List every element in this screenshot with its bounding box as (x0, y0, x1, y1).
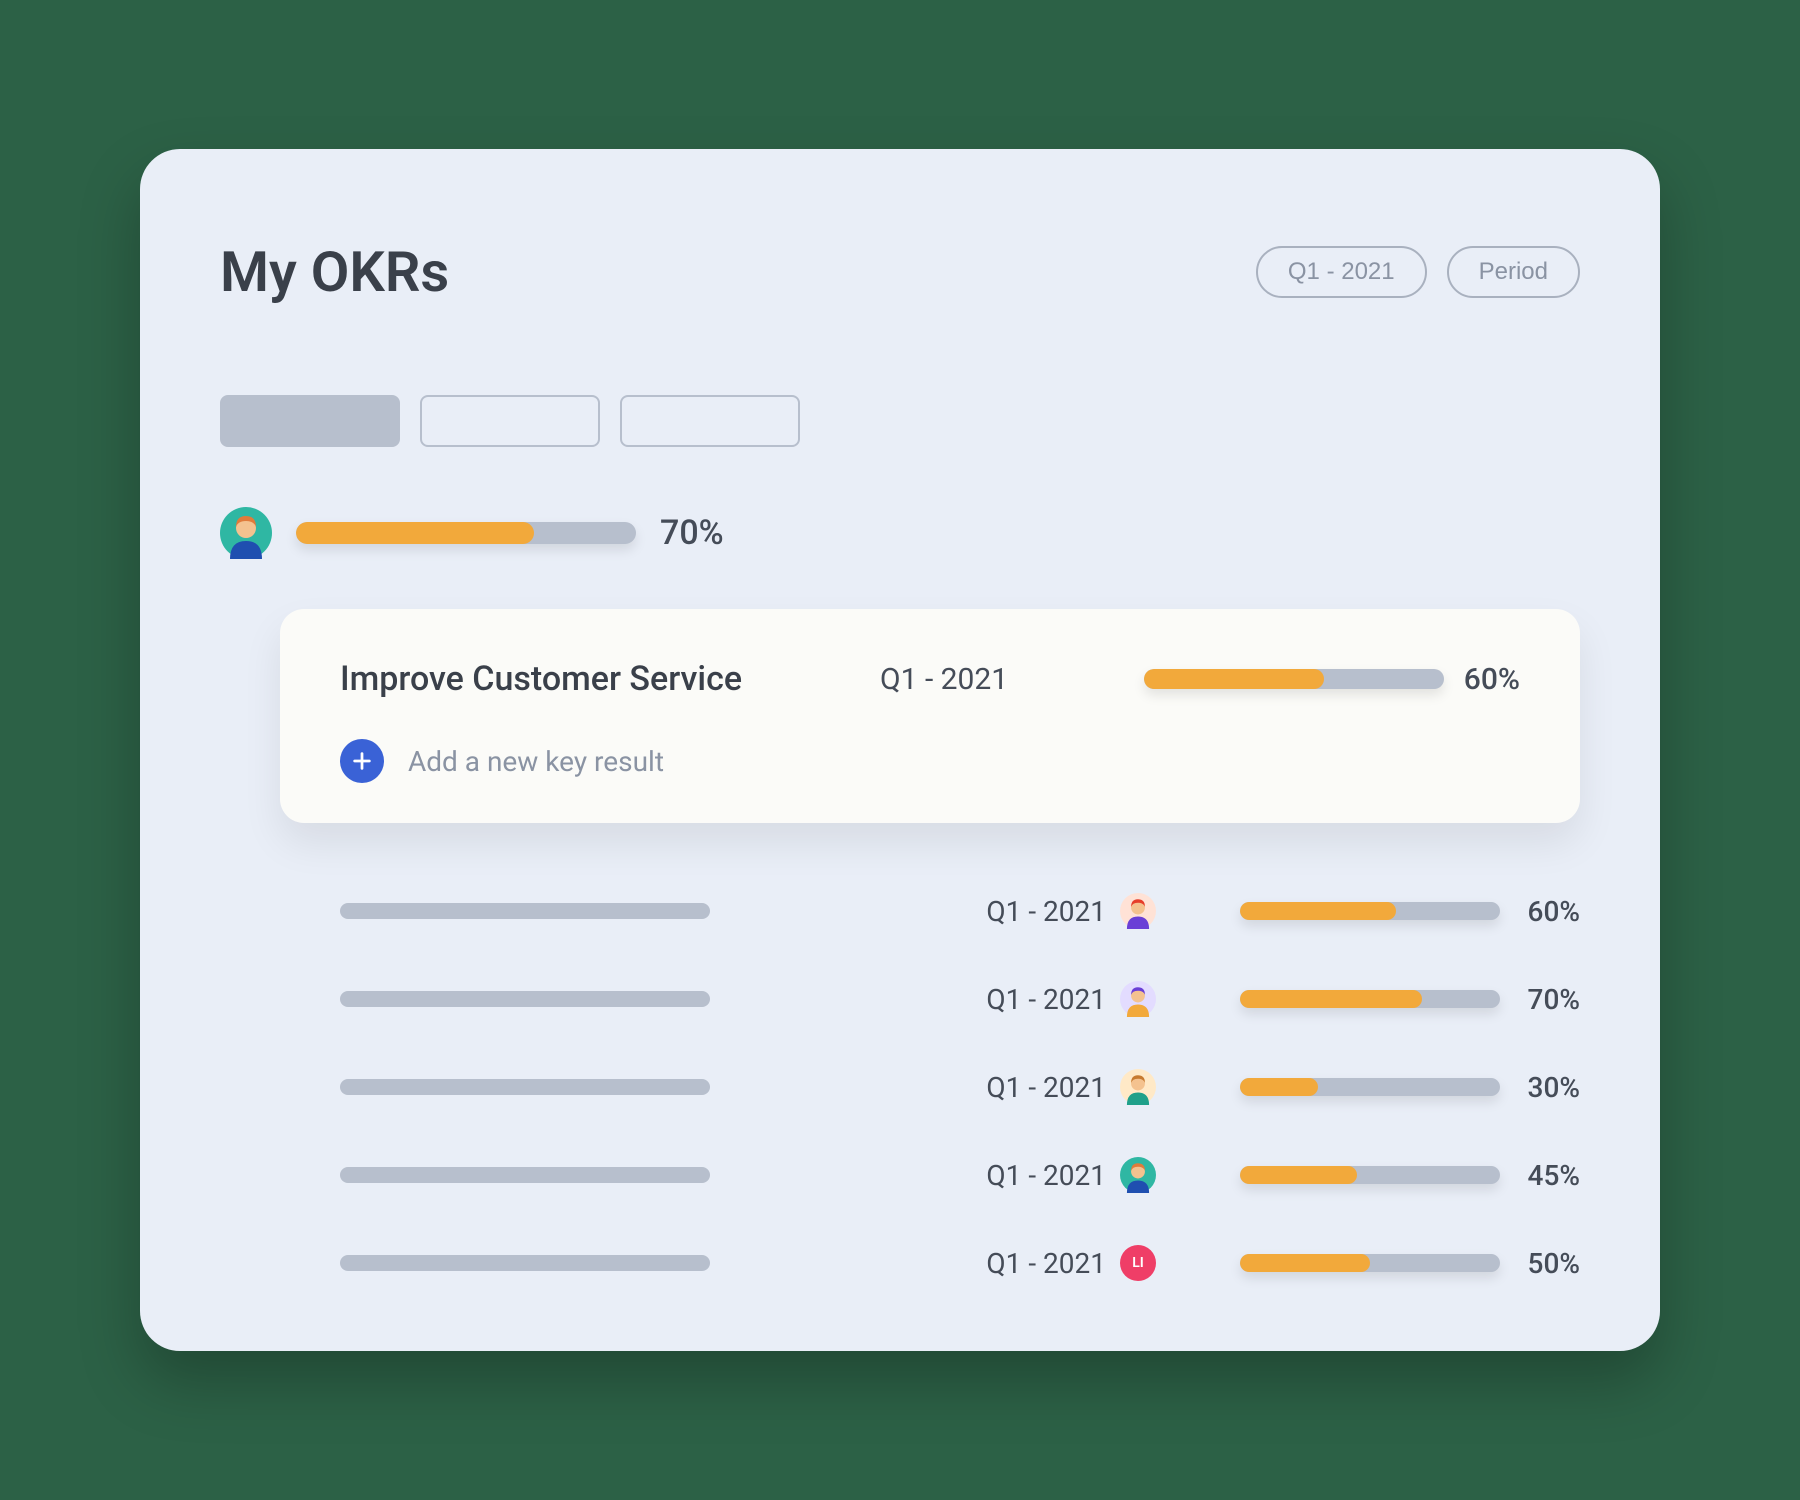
period-selector-pill[interactable]: Period (1447, 246, 1580, 298)
objective-progress-fill (1144, 669, 1324, 689)
plus-icon (340, 739, 384, 783)
key-result-period: Q1 - 2021 (986, 983, 1106, 1016)
key-result-row[interactable]: Q1 - 2021 30% (340, 1069, 1580, 1105)
tab-1[interactable] (220, 395, 400, 447)
objective-card[interactable]: Improve Customer Service Q1 - 2021 60% A… (280, 609, 1580, 823)
key-result-row[interactable]: Q1 - 2021 LI 50% (340, 1245, 1580, 1281)
page-title: My OKRs (220, 239, 449, 305)
assignee-avatar (1120, 1157, 1156, 1193)
assignee-avatar (1120, 981, 1156, 1017)
objective-progress-bar (1144, 669, 1444, 689)
header-pills: Q1 - 2021 Period (1256, 246, 1580, 298)
key-result-progress-fill (1240, 1166, 1357, 1184)
overall-progress-row: 70% (220, 507, 1580, 559)
overall-progress-bar (296, 522, 636, 544)
assignee-cell (1120, 981, 1180, 1017)
assignee-avatar (1120, 1069, 1156, 1105)
key-result-period: Q1 - 2021 (986, 895, 1106, 928)
key-result-progress-bar (1240, 1166, 1500, 1184)
key-result-title-placeholder (340, 1079, 710, 1095)
key-result-title-placeholder (340, 991, 710, 1007)
key-results-list: Q1 - 2021 60% Q1 - 2021 70% Q1 - 2021 (340, 893, 1580, 1281)
tab-3[interactable] (620, 395, 800, 447)
overall-progress-percent: 70% (660, 513, 724, 553)
key-result-row[interactable]: Q1 - 2021 45% (340, 1157, 1580, 1193)
objective-row: Improve Customer Service Q1 - 2021 60% (340, 659, 1520, 699)
user-avatar (220, 507, 272, 559)
key-result-progress: 70% (1240, 983, 1580, 1016)
key-result-progress-bar (1240, 990, 1500, 1008)
add-key-result-button[interactable]: Add a new key result (340, 739, 1520, 783)
key-result-period: Q1 - 2021 (986, 1159, 1106, 1192)
key-result-period: Q1 - 2021 (986, 1071, 1106, 1104)
objective-period: Q1 - 2021 (880, 662, 1110, 697)
assignee-cell (1120, 893, 1180, 929)
objective-title: Improve Customer Service (340, 659, 880, 699)
key-result-progress-bar (1240, 1254, 1500, 1272)
key-result-progress: 30% (1240, 1071, 1580, 1104)
key-result-progress-fill (1240, 990, 1422, 1008)
assignee-cell (1120, 1157, 1180, 1193)
key-result-title-placeholder (340, 1255, 710, 1271)
tabs (220, 395, 1580, 447)
key-result-row[interactable]: Q1 - 2021 60% (340, 893, 1580, 929)
key-result-progress-percent: 45% (1520, 1159, 1580, 1192)
key-result-progress-percent: 50% (1520, 1247, 1580, 1280)
okr-dashboard-card: My OKRs Q1 - 2021 Period 70% Improve Cus… (140, 149, 1660, 1351)
period-value-pill[interactable]: Q1 - 2021 (1256, 246, 1427, 298)
key-result-title-placeholder (340, 903, 710, 919)
key-result-progress-percent: 30% (1520, 1071, 1580, 1104)
key-result-progress: 50% (1240, 1247, 1580, 1280)
add-key-result-label: Add a new key result (408, 745, 664, 778)
key-result-progress-bar (1240, 1078, 1500, 1096)
header: My OKRs Q1 - 2021 Period (220, 239, 1580, 305)
key-result-progress: 60% (1240, 895, 1580, 928)
assignee-avatar: LI (1120, 1245, 1156, 1281)
key-result-title-placeholder (340, 1167, 710, 1183)
assignee-cell: LI (1120, 1245, 1180, 1281)
key-result-progress-bar (1240, 902, 1500, 920)
key-result-progress: 45% (1240, 1159, 1580, 1192)
key-result-progress-fill (1240, 1254, 1370, 1272)
assignee-cell (1120, 1069, 1180, 1105)
key-result-row[interactable]: Q1 - 2021 70% (340, 981, 1580, 1017)
objective-progress-percent: 60% (1464, 662, 1520, 697)
key-result-period: Q1 - 2021 (986, 1247, 1106, 1280)
key-result-progress-fill (1240, 1078, 1318, 1096)
tab-2[interactable] (420, 395, 600, 447)
key-result-progress-percent: 60% (1520, 895, 1580, 928)
objective-progress: 60% (1144, 662, 1520, 697)
overall-progress-fill (296, 522, 534, 544)
key-result-progress-percent: 70% (1520, 983, 1580, 1016)
assignee-avatar (1120, 893, 1156, 929)
key-result-progress-fill (1240, 902, 1396, 920)
